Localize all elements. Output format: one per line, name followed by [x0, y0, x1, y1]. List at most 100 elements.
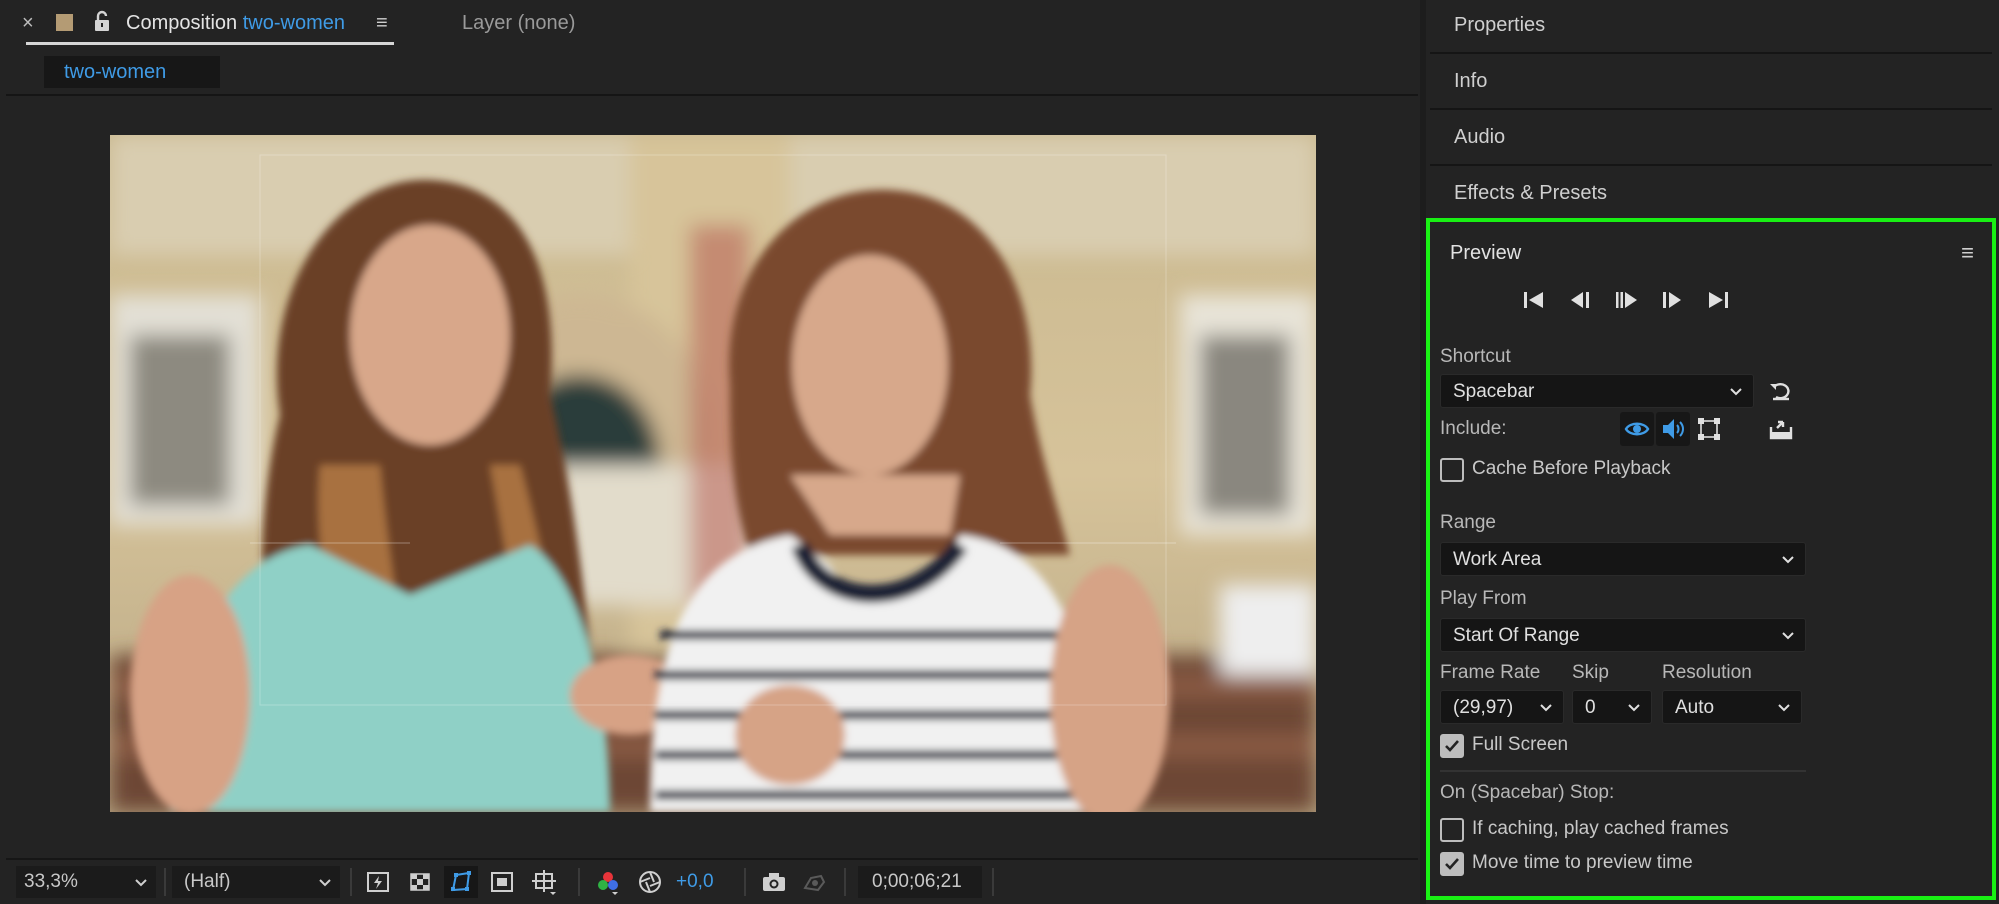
skip-dropdown[interactable]: 0 — [1572, 690, 1652, 724]
mask-path-visibility-icon[interactable] — [444, 866, 478, 898]
composition-tab-prefix: Composition — [126, 12, 238, 34]
effects-presets-label: Effects & Presets — [1454, 182, 1608, 204]
first-frame-button[interactable] — [1516, 284, 1552, 316]
range-value: Work Area — [1453, 549, 1542, 570]
reset-shortcut-button[interactable] — [1764, 374, 1798, 408]
on-stop-label: On (Spacebar) Stop: — [1440, 782, 1615, 803]
speaker-icon — [1663, 419, 1684, 439]
properties-label: Properties — [1454, 14, 1546, 36]
exposure-reset-icon[interactable] — [636, 868, 664, 896]
play-from-value: Start Of Range — [1453, 625, 1580, 646]
lock-icon[interactable] — [92, 10, 112, 32]
include-label: Include: — [1440, 418, 1507, 439]
next-frame-button[interactable] — [1654, 284, 1690, 316]
chevron-down-icon — [1782, 556, 1794, 564]
show-snapshot-icon[interactable] — [800, 868, 828, 896]
shortcut-value: Spacebar — [1453, 381, 1535, 402]
play-icon — [1616, 292, 1637, 308]
divider — [164, 868, 166, 896]
divider — [578, 868, 580, 896]
external-video-toggle[interactable] — [1764, 412, 1798, 446]
resolution-dropdown[interactable]: (Half) — [172, 866, 340, 898]
include-video-toggle[interactable] — [1620, 412, 1654, 446]
range-label: Range — [1440, 512, 1496, 533]
range-dropdown[interactable]: Work Area — [1440, 542, 1806, 576]
label-color-swatch-icon[interactable] — [56, 14, 73, 31]
include-audio-toggle[interactable] — [1656, 412, 1690, 446]
export-output-icon — [1769, 420, 1793, 440]
layer-tab[interactable]: Layer (none) — [462, 12, 575, 35]
shortcut-dropdown[interactable]: Spacebar — [1440, 374, 1754, 408]
last-frame-icon — [1709, 292, 1728, 308]
play-from-dropdown[interactable]: Start Of Range — [1440, 618, 1806, 652]
snapshot-camera-icon[interactable] — [760, 868, 788, 896]
checkmark-icon — [1445, 740, 1459, 752]
divider — [350, 868, 352, 896]
tab-menu-icon[interactable]: ≡ — [376, 12, 388, 35]
full-screen-checkbox[interactable] — [1440, 734, 1464, 758]
move-time-label: Move time to preview time — [1472, 852, 1693, 873]
preview-resolution-value: Auto — [1675, 697, 1715, 718]
divider — [992, 868, 994, 896]
play-from-label: Play From — [1440, 588, 1527, 609]
audio-panel-header[interactable]: Audio — [1430, 112, 1992, 166]
chevron-down-icon — [1628, 704, 1640, 712]
region-of-interest-icon[interactable] — [488, 868, 516, 896]
transparency-grid-icon[interactable] — [406, 868, 434, 896]
chevron-down-icon — [135, 879, 147, 887]
divider — [844, 868, 846, 896]
previous-frame-icon — [1571, 292, 1589, 308]
reset-icon — [1770, 382, 1790, 401]
chevron-down-icon — [319, 879, 331, 887]
composition-tab-name: two-women — [242, 12, 345, 34]
preview-title: Preview — [1450, 242, 1522, 264]
panel-menu-icon[interactable]: ≡ — [1961, 240, 1974, 266]
magnification-dropdown[interactable]: 33,3% — [16, 866, 156, 898]
chevron-down-icon — [1540, 704, 1552, 712]
cache-before-playback-checkbox[interactable] — [1440, 458, 1464, 482]
play-stop-button[interactable] — [1608, 284, 1644, 316]
composition-tab-bar: × Composition two-women ≡ Layer (none) — [0, 0, 1420, 48]
close-tab-icon[interactable]: × — [22, 12, 42, 35]
move-time-checkbox[interactable] — [1440, 852, 1464, 876]
video-frame-image — [110, 135, 1316, 812]
after-effects-window: × Composition two-women ≡ Layer (none) t… — [0, 0, 1999, 904]
previous-frame-button[interactable] — [1562, 284, 1598, 316]
eye-icon — [1624, 422, 1650, 436]
if-caching-checkbox[interactable] — [1440, 818, 1464, 842]
frame-rate-dropdown[interactable]: (29,97) — [1440, 690, 1564, 724]
divider — [744, 868, 746, 896]
composition-tab[interactable]: Composition two-women — [126, 12, 345, 35]
composition-footer-bar: 33,3% (Half) +0,0 0;00;06;21 — [6, 858, 1418, 902]
right-panel-stack: Properties Info Audio Effects & Presets … — [1426, 0, 1999, 904]
video-frame — [110, 135, 1316, 812]
resolution-value: (Half) — [184, 871, 231, 892]
exposure-value[interactable]: +0,0 — [676, 866, 714, 898]
composition-panel: × Composition two-women ≡ Layer (none) t… — [0, 0, 1420, 904]
composition-viewer[interactable] — [6, 98, 1418, 856]
section-divider — [1440, 770, 1806, 772]
grid-guides-icon[interactable] — [530, 868, 558, 896]
shortcut-label: Shortcut — [1440, 346, 1511, 367]
cache-before-playback-label: Cache Before Playback — [1472, 458, 1671, 479]
composition-breadcrumb-chip[interactable]: two-women — [44, 56, 220, 88]
transport-controls — [1516, 284, 1736, 316]
properties-panel-header[interactable]: Properties — [1430, 0, 1992, 54]
if-caching-label: If caching, play cached frames — [1472, 818, 1729, 839]
chevron-down-icon — [1782, 632, 1794, 640]
checkmark-icon — [1445, 858, 1459, 870]
skip-value: 0 — [1585, 697, 1596, 718]
audio-label: Audio — [1454, 126, 1506, 148]
include-overlays-toggle[interactable] — [1692, 412, 1726, 446]
effects-presets-panel-header[interactable]: Effects & Presets — [1430, 168, 1992, 222]
chevron-down-icon — [1778, 704, 1790, 712]
last-frame-button[interactable] — [1700, 284, 1736, 316]
show-channel-icon[interactable] — [594, 868, 622, 896]
info-label: Info — [1454, 70, 1488, 92]
fast-previews-icon[interactable] — [364, 868, 392, 896]
current-time-display[interactable]: 0;00;06;21 — [858, 866, 982, 898]
preview-resolution-dropdown[interactable]: Auto — [1662, 690, 1802, 724]
frame-rate-value: (29,97) — [1453, 697, 1514, 718]
first-frame-icon — [1524, 292, 1543, 308]
info-panel-header[interactable]: Info — [1430, 56, 1992, 110]
